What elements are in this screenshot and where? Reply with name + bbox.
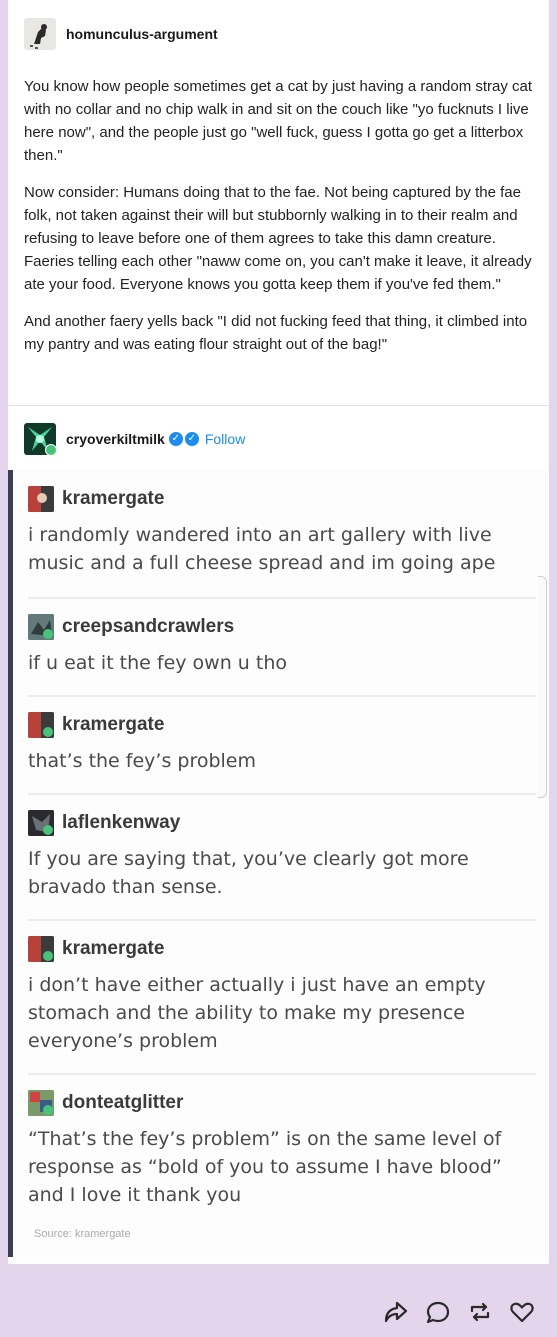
thread-text: if u eat it the fey own u tho [28, 652, 288, 674]
scrollbar[interactable] [538, 576, 547, 798]
thread-item: kramergate i randomly wandered into an a… [28, 485, 536, 599]
reblog-icon[interactable] [467, 1299, 493, 1325]
source-label[interactable]: Source: kramergate [34, 1228, 131, 1240]
verified-icon: ✓ [168, 432, 183, 446]
op-avatar[interactable] [24, 18, 56, 50]
reblogger-avatar[interactable] [24, 423, 56, 455]
share-icon[interactable] [383, 1299, 409, 1325]
thread-avatar [28, 712, 54, 738]
thread-item: laflenkenway If you are saying that, you… [28, 809, 536, 921]
post-card: homunculus-argument You know how people … [8, 0, 549, 1264]
thread-item: creepsandcrawlers if u eat it the fey ow… [28, 613, 536, 697]
thread-item: kramergate that’s the fey’s problem [28, 711, 536, 795]
thread-avatar [28, 614, 54, 640]
op-paragraph-1: You know how people sometimes get a cat … [24, 78, 533, 164]
follow-button[interactable]: Follow [205, 431, 245, 447]
thread-text: “That’s the fey’s problem” is on the sam… [28, 1128, 502, 1206]
op-username[interactable]: homunculus-argument [66, 26, 218, 42]
reblogger-header: cryoverkiltmilk ✓ ✓ Follow [24, 423, 245, 455]
op-body: You know how people sometimes get a cat … [24, 75, 539, 356]
like-icon[interactable] [509, 1299, 535, 1325]
op-paragraph-3: And another faery yells back "I did not … [24, 310, 539, 356]
thread-text: i randomly wandered into an art gallery … [28, 524, 496, 574]
thread-username: kramergate [62, 714, 165, 735]
op-header: homunculus-argument [24, 18, 218, 50]
reblogger-username[interactable]: cryoverkiltmilk [66, 431, 165, 447]
thread-avatar [28, 486, 54, 512]
thread-username: kramergate [62, 938, 165, 959]
thread-text: If you are saying that, you’ve clearly g… [28, 848, 469, 898]
thread-avatar [28, 810, 54, 836]
thread-item: donteatglitter “That’s the fey’s problem… [28, 1089, 536, 1219]
verified-icon: ✓ [184, 432, 199, 446]
thread-username: kramergate [62, 488, 165, 509]
divider [8, 405, 549, 406]
thread-text: that’s the fey’s problem [28, 750, 256, 772]
reblog-badge-icon [45, 444, 56, 455]
thread-text: i don’t have either actually i just have… [28, 974, 486, 1052]
thread-avatar [28, 1090, 54, 1116]
thread-item: kramergate i don’t have either actually … [28, 935, 536, 1075]
thread-username: creepsandcrawlers [62, 616, 235, 637]
op-paragraph-2-text: Now consider: Humans doing that to the f… [24, 184, 532, 293]
op-paragraph-3-text: And another faery yells back "I did not … [24, 313, 528, 353]
thread-avatar [28, 936, 54, 962]
reply-icon[interactable] [425, 1299, 451, 1325]
thread-username: donteatglitter [62, 1092, 184, 1113]
op-paragraph-2: Now consider: Humans doing that to the f… [24, 181, 539, 296]
thread-username: laflenkenway [62, 812, 181, 833]
